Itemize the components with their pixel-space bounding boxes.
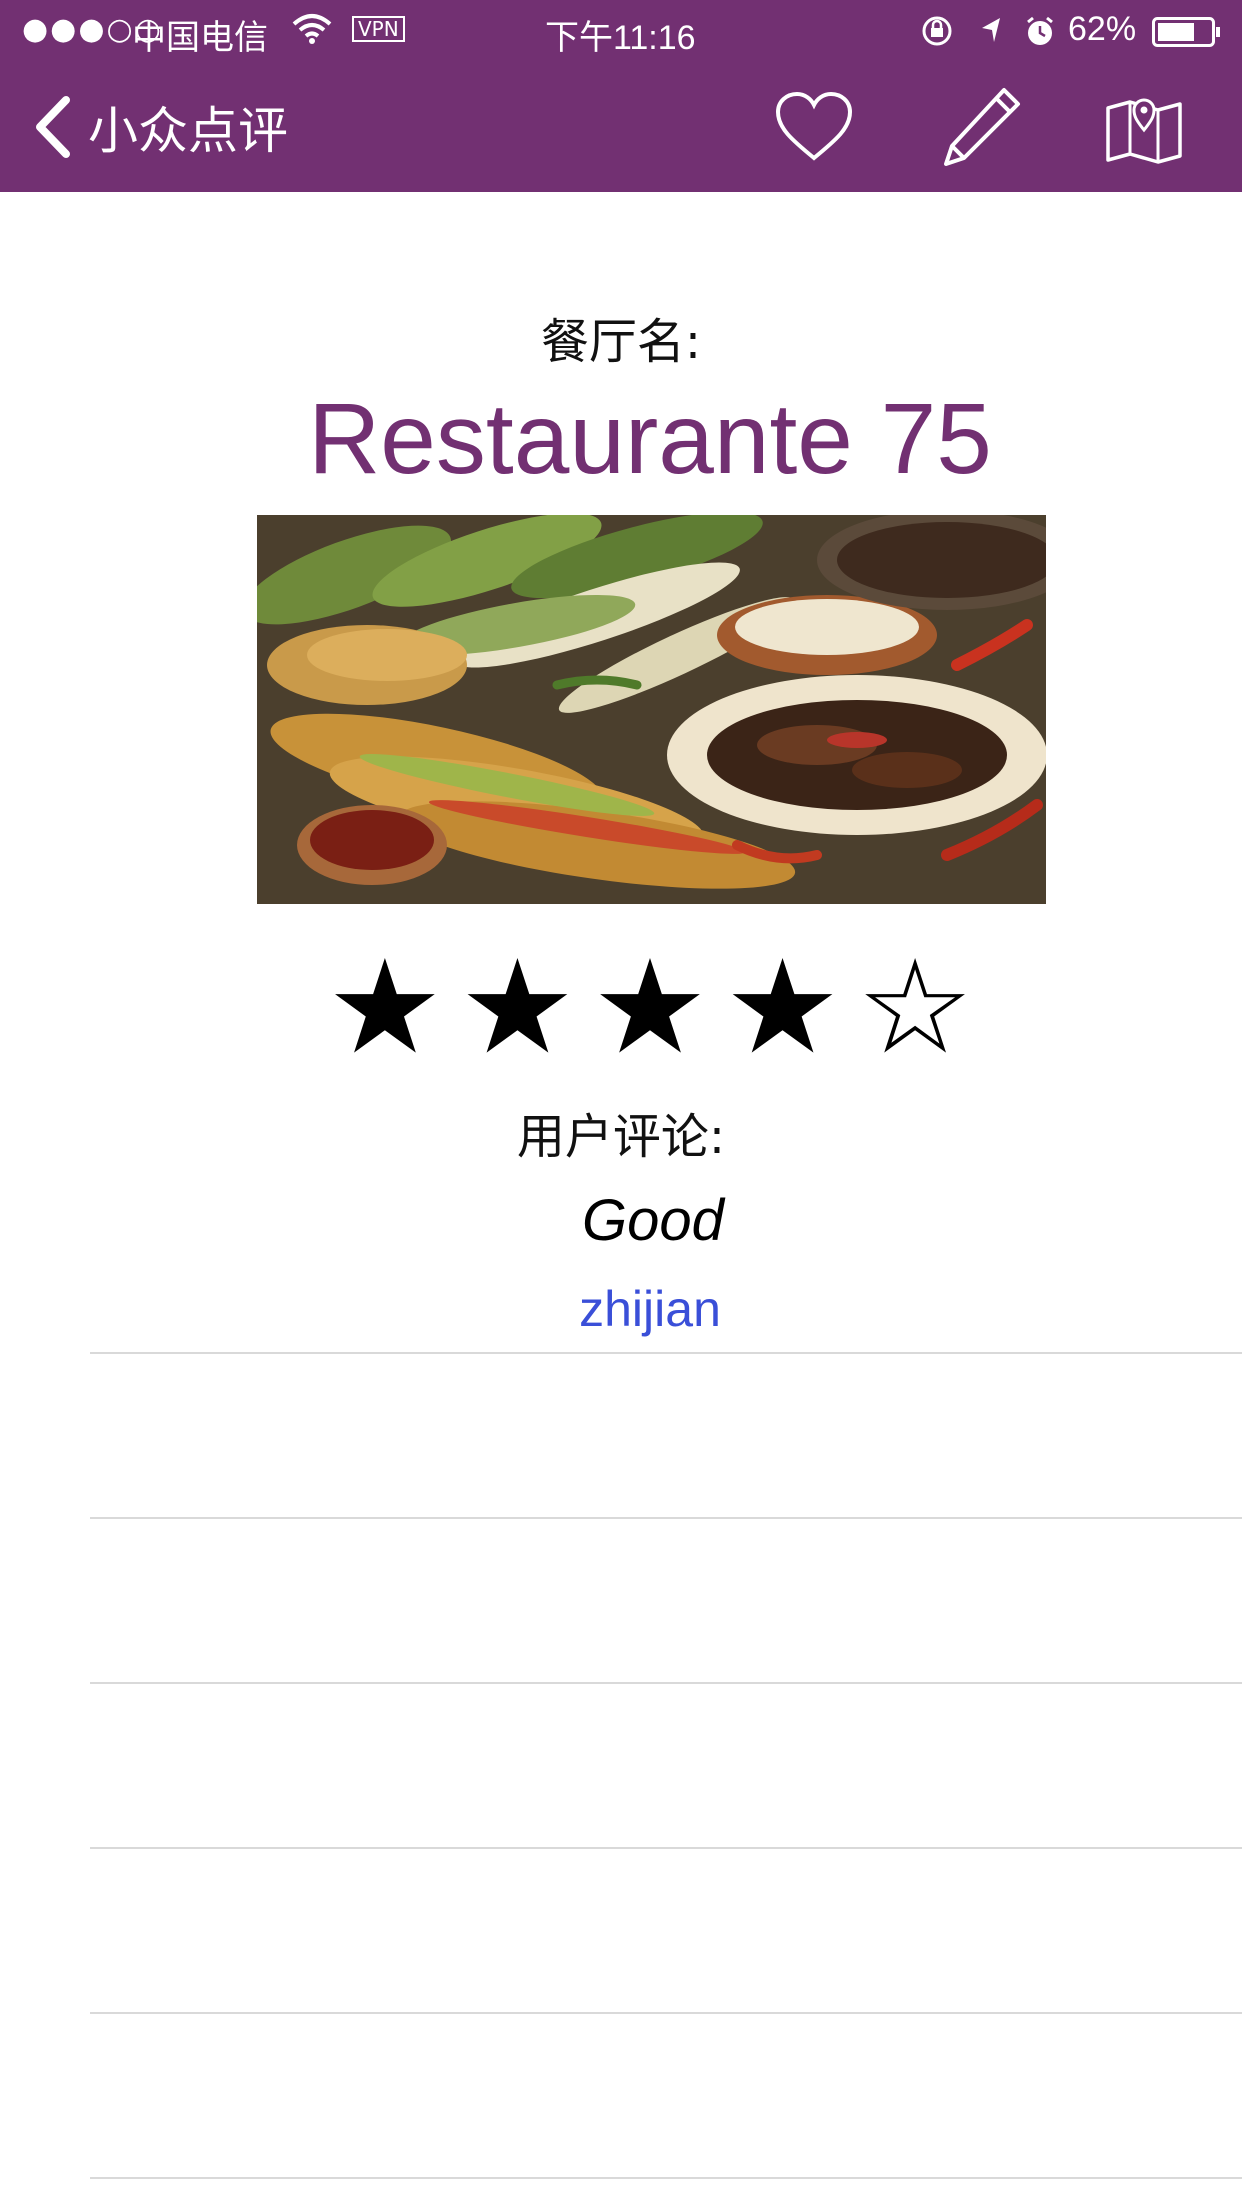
wifi-icon [292, 12, 332, 46]
star-rating: ★ ★ ★ ★ ☆ [0, 932, 1242, 1082]
map-button[interactable] [1102, 86, 1186, 170]
review-author[interactable]: zhijian [0, 1280, 1242, 1338]
list-divider [90, 2177, 1242, 2179]
restaurant-detail: 餐厅名: Restaurante 75 ★ ★ ★ ★ ☆ 用户评论: Good… [0, 192, 1242, 2208]
restaurant-photo [257, 515, 1046, 904]
status-bar: ●●●○○ 中国电信 VPN 下午11:16 62% [0, 0, 1242, 62]
list-divider [90, 1352, 1242, 1354]
status-time: 下午11:16 [545, 19, 696, 57]
location-arrow-icon [982, 18, 1000, 42]
alarm-icon [1027, 16, 1053, 45]
map-icon [1106, 98, 1182, 164]
list-divider [90, 1517, 1242, 1519]
restaurant-name-label: 餐厅名: [540, 314, 702, 370]
vpn-badge: VPN [352, 16, 405, 42]
review-text: Good [582, 1188, 724, 1253]
back-button-label: 小众点评 [88, 102, 288, 160]
heart-icon [775, 91, 853, 161]
star-filled-icon: ★ [591, 931, 709, 1083]
chevron-left-icon [36, 96, 70, 158]
battery-icon [1152, 16, 1222, 47]
favorite-button[interactable] [772, 86, 856, 170]
status-icons [920, 14, 1070, 48]
carrier-name: 中国电信 [132, 18, 268, 58]
write-review-button[interactable] [938, 86, 1022, 170]
pencil-icon [944, 88, 1020, 166]
header: ●●●○○ 中国电信 VPN 下午11:16 62% 小众点评 [0, 0, 1242, 192]
back-button[interactable]: 小众点评 [30, 92, 288, 162]
navigation-bar: 小众点评 [0, 62, 1242, 192]
star-filled-icon: ★ [326, 931, 444, 1083]
list-divider [90, 2012, 1242, 2014]
star-filled-icon: ★ [459, 931, 576, 1083]
star-empty-icon: ☆ [856, 931, 974, 1083]
list-divider [90, 1682, 1242, 1684]
star-filled-icon: ★ [724, 931, 841, 1083]
battery-percent: 62% [1068, 10, 1137, 48]
restaurant-name: Restaurante 75 [308, 383, 992, 495]
list-divider [90, 1847, 1242, 1849]
review-section-label: 用户评论: [516, 1109, 726, 1165]
rotation-lock-icon [922, 16, 952, 46]
